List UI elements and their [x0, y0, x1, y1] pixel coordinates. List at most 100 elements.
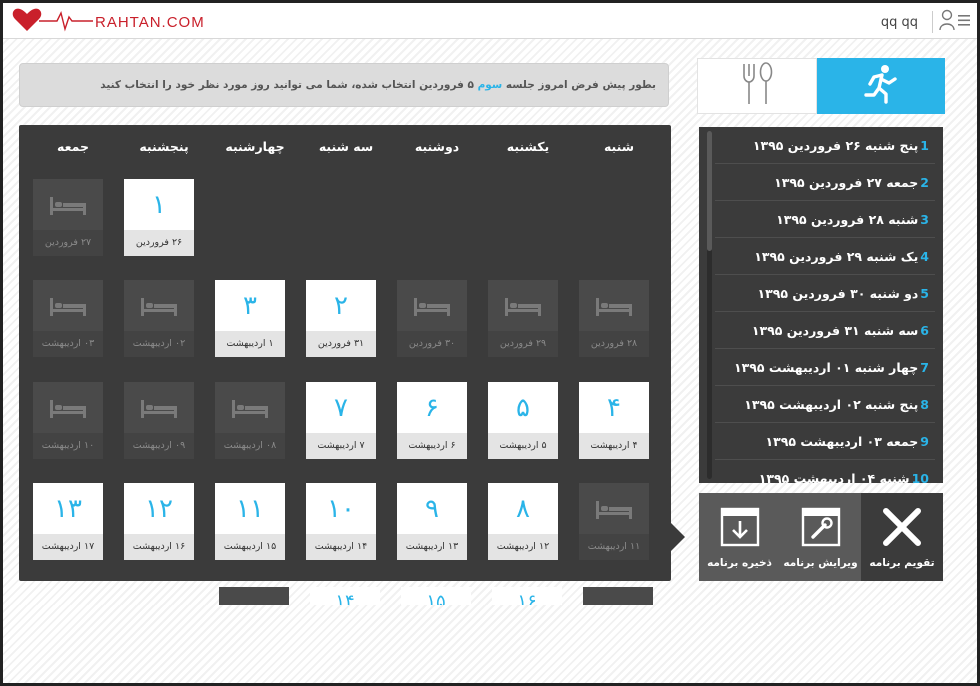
- rest-day-cell: ۰۸ اردیبهشت: [215, 382, 285, 459]
- weekday-fri: جمعه: [56, 139, 90, 154]
- rest-day-cell: [219, 587, 289, 605]
- save-program-button[interactable]: ذخیره برنامه: [699, 493, 780, 581]
- session-list-item[interactable]: 2جمعه ۲۷ فروردین ۱۳۹۵: [715, 164, 935, 201]
- session-day-cell[interactable]: ۴۴ اردیبهشت: [579, 382, 649, 459]
- bed-icon: [124, 280, 194, 331]
- calendar-pointer-arrow: [671, 523, 685, 551]
- day-date: ۱۷ اردیبهشت: [33, 534, 103, 560]
- divider: [932, 11, 933, 33]
- session-list-scrollbar[interactable]: [707, 131, 712, 479]
- session-date-label: چهار شنبه ۰۱ اردیبهشت ۱۳۹۵: [733, 360, 919, 375]
- tab-diet[interactable]: [697, 58, 817, 114]
- rest-day-cell: ۲۷ فروردین: [33, 179, 103, 256]
- weekday-tue: سه شنبه: [318, 139, 374, 154]
- session-index: 6: [920, 323, 929, 338]
- user-icon[interactable]: [939, 9, 955, 35]
- session-day-cell[interactable]: ۹ ۱۳ اردیبهشت: [397, 483, 467, 560]
- session-date-label: شنبه ۲۸ فروردین ۱۳۹۵: [776, 212, 919, 227]
- day-date: ۱۲ اردیبهشت: [488, 534, 558, 560]
- session-list-item[interactable]: 10شنبه ۰۴ اردیبهشت ۱۳۹۵: [715, 460, 935, 483]
- session-day-cell[interactable]: ۷۷ اردیبهشت: [306, 382, 376, 459]
- session-index: 9: [920, 434, 929, 449]
- session-date-label: پنج شنبه ۲۶ فروردین ۱۳۹۵: [752, 138, 919, 153]
- session-date-label: پنج شنبه ۰۲ اردیبهشت ۱۳۹۵: [744, 397, 919, 412]
- weekday-thu: پنجشنبه: [139, 139, 189, 154]
- scrollbar-thumb[interactable]: [707, 131, 712, 251]
- session-index: 10: [911, 471, 929, 483]
- page-background: [3, 605, 977, 683]
- menu-icon[interactable]: [957, 10, 971, 34]
- bed-icon: [397, 280, 467, 331]
- session-number: ۱۱: [215, 483, 285, 534]
- session-number: ۳: [215, 280, 285, 331]
- rest-day-cell: [583, 587, 653, 605]
- session-list-item[interactable]: 5دو شنبه ۳۰ فروردین ۱۳۹۵: [715, 275, 935, 312]
- edit-program-button[interactable]: ویرایش برنامه: [780, 493, 861, 581]
- session-day-cell[interactable]: ۶۶ اردیبهشت: [397, 382, 467, 459]
- session-date-label: سه شنبه ۳۱ فروردین ۱۳۹۵: [751, 323, 919, 338]
- day-date: ۷ اردیبهشت: [306, 433, 376, 459]
- session-day-cell[interactable]: ۱۱ ۱۵ اردیبهشت: [215, 483, 285, 560]
- day-date: ۱ اردیبهشت: [215, 331, 285, 357]
- session-index: 1: [920, 138, 929, 153]
- fork-spoon-icon: [739, 62, 775, 110]
- session-index: 8: [920, 397, 929, 412]
- day-date: ۱۵ اردیبهشت: [215, 534, 285, 560]
- day-date: ۰۸ اردیبهشت: [215, 433, 285, 459]
- session-day-cell[interactable]: ۱۵: [401, 587, 471, 605]
- day-date: ۶ اردیبهشت: [397, 433, 467, 459]
- notice-text-before: بطور پیش فرض امروز جلسه: [505, 79, 656, 91]
- session-list-item[interactable]: 1پنج شنبه ۲۶ فروردین ۱۳۹۵: [715, 127, 935, 164]
- save-download-icon: [720, 505, 760, 549]
- program-actions: ذخیره برنامه ویرایش برنامه تقویم برنامه: [699, 493, 943, 581]
- session-number: ۷: [306, 382, 376, 433]
- session-list-item[interactable]: 9جمعه ۰۳ اردیبهشت ۱۳۹۵: [715, 423, 935, 460]
- app-frame: RAHTAN.COM qq qq بطور پیش فرض امروز جلسه…: [0, 0, 980, 686]
- session-day-cell[interactable]: ۱۶: [492, 587, 562, 605]
- session-day-cell[interactable]: ۱ ۲۶ فروردین: [124, 179, 194, 256]
- heart-pulse-logo-icon: [11, 7, 93, 37]
- day-date: ۰۲ اردیبهشت: [124, 331, 194, 357]
- session-list-item[interactable]: 4یک شنبه ۲۹ فروردین ۱۳۹۵: [715, 238, 935, 275]
- day-date: ۵ اردیبهشت: [488, 433, 558, 459]
- day-date: ۱۱ اردیبهشت: [579, 534, 649, 560]
- session-index: 2: [920, 175, 929, 190]
- session-day-cell[interactable]: ۸ ۱۲ اردیبهشت: [488, 483, 558, 560]
- rest-day-cell: ۱۱ اردیبهشت: [579, 483, 649, 560]
- program-calendar-label: تقویم برنامه: [869, 557, 935, 569]
- rest-day-cell: ۱۰ اردیبهشت: [33, 382, 103, 459]
- rest-day-cell: ۳۰ فروردین: [397, 280, 467, 357]
- session-day-cell[interactable]: ۲ ۳۱ فروردین: [306, 280, 376, 357]
- session-day-cell[interactable]: ۵۵ اردیبهشت: [488, 382, 558, 459]
- rest-day-cell: ۰۳ اردیبهشت: [33, 280, 103, 357]
- session-index: 5: [920, 286, 929, 301]
- session-number: ۲: [306, 280, 376, 331]
- session-day-cell[interactable]: ۱۰ ۱۴ اردیبهشت: [306, 483, 376, 560]
- session-day-cell[interactable]: ۱۳ ۱۷ اردیبهشت: [33, 483, 103, 560]
- day-date: ۲۸ فروردین: [579, 331, 649, 357]
- session-number: ۵: [488, 382, 558, 433]
- wrench-window-icon: [801, 505, 841, 549]
- session-day-cell[interactable]: ۱۲ ۱۶ اردیبهشت: [124, 483, 194, 560]
- session-day-cell[interactable]: ۳۱ اردیبهشت: [215, 280, 285, 357]
- logo-text: RAHTAN.COM: [95, 13, 205, 31]
- session-list-item[interactable]: 7چهار شنبه ۰۱ اردیبهشت ۱۳۹۵: [715, 349, 935, 386]
- notice-highlight: سوم: [477, 79, 503, 91]
- weekday-sun: یکشنبه: [506, 139, 550, 154]
- session-date-label: جمعه ۰۳ اردیبهشت ۱۳۹۵: [765, 434, 919, 449]
- day-date: ۱۳ اردیبهشت: [397, 534, 467, 560]
- calendar-weekday-header: شنبه یکشنبه دوشنبه سه شنبه چهارشنبه پنجش…: [19, 125, 671, 169]
- bed-icon: [33, 382, 103, 433]
- session-date-label: جمعه ۲۷ فروردین ۱۳۹۵: [774, 175, 919, 190]
- session-number: ۹: [397, 483, 467, 534]
- bed-icon: [33, 179, 103, 230]
- tab-exercise[interactable]: [817, 58, 945, 114]
- logo[interactable]: RAHTAN.COM: [11, 7, 205, 37]
- session-day-cell[interactable]: ۱۴: [310, 587, 380, 605]
- session-list-item[interactable]: 3شنبه ۲۸ فروردین ۱۳۹۵: [715, 201, 935, 238]
- bed-icon: [579, 280, 649, 331]
- session-list-item[interactable]: 6سه شنبه ۳۱ فروردین ۱۳۹۵: [715, 312, 935, 349]
- username[interactable]: qq qq: [881, 15, 918, 30]
- session-list-item[interactable]: 8پنج شنبه ۰۲ اردیبهشت ۱۳۹۵: [715, 386, 935, 423]
- program-calendar-button[interactable]: تقویم برنامه: [861, 493, 943, 581]
